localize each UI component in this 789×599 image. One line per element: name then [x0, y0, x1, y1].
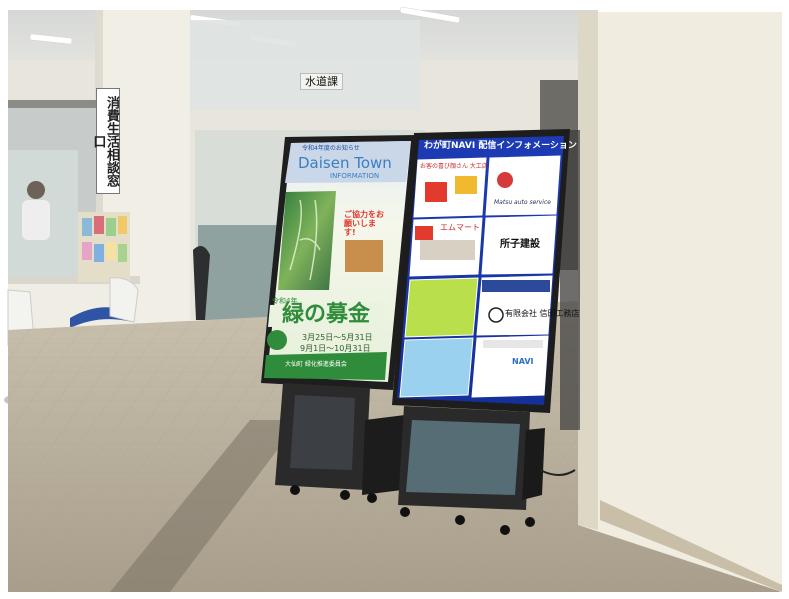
ad-tile-7	[399, 337, 474, 398]
ad-tile-5	[404, 277, 479, 338]
ad-label-2: Matsu auto service	[494, 199, 551, 206]
left-display-date-2: 9月1日〜10月31日	[300, 344, 371, 353]
counter-sign: 水道課	[300, 73, 343, 90]
ad-label-1: お客の喜び顔さん 大工店	[420, 163, 488, 170]
left-display-subtitle: INFORMATION	[330, 172, 380, 180]
left-display-footer: 大仙町 緑化推進委員会	[285, 361, 347, 368]
ad-label-3: エムマート	[440, 223, 480, 232]
right-display-phone: 0857-53-7367	[482, 379, 539, 388]
left-display-main-title: 緑の募金	[282, 302, 371, 327]
ad-label-5: 有限会社 信田工務店	[505, 309, 580, 318]
ad-label-4: 所子建設	[500, 239, 540, 250]
ad-label-6: NAVI	[512, 357, 534, 366]
glass-partition	[190, 20, 420, 110]
vertical-sign: 消費生活相談窓口	[90, 88, 120, 194]
left-display-date-1: 3月25日〜5月31日	[302, 333, 373, 342]
right-display-header: わが町NAVI 配信インフォメーション	[424, 141, 577, 151]
forest-artwork	[278, 191, 336, 290]
photo-scene: 水道課 消費生活相談窓口 令和4年度のお知らせ Daisen Town INFO…	[0, 0, 789, 599]
ad-tile-2	[485, 155, 561, 216]
left-display-title: Daisen Town	[298, 154, 392, 172]
left-display-header-small: 令和4年度のお知らせ	[302, 145, 360, 152]
person	[27, 181, 45, 199]
event-photo	[345, 240, 383, 272]
left-display-callout: ご協力をお願いします!	[344, 210, 384, 238]
